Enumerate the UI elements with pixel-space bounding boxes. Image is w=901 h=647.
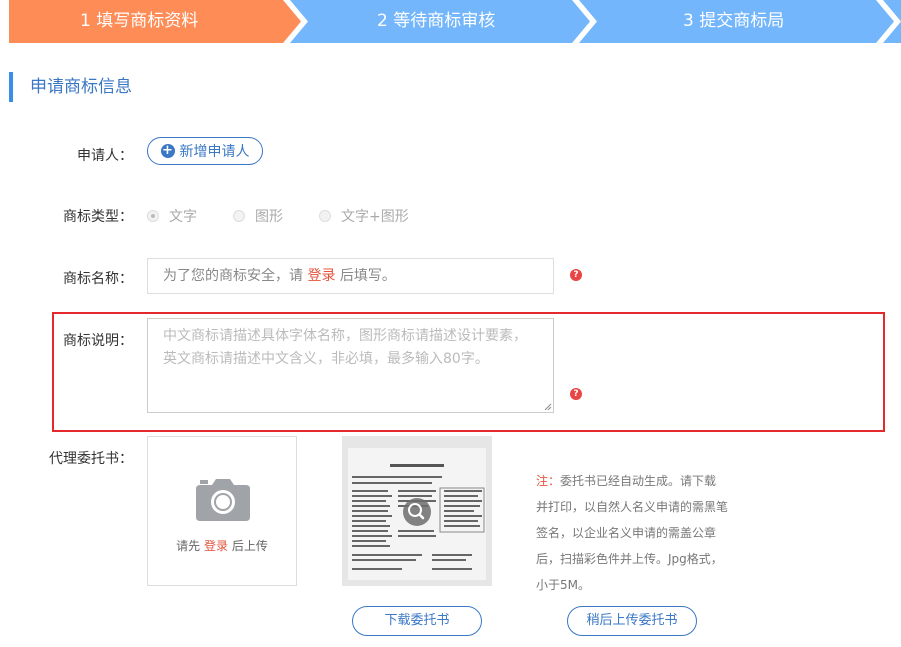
resize-grip-icon[interactable] — [544, 403, 552, 411]
step-1-label: 1 填写商标资料 — [80, 11, 199, 31]
upload-area[interactable]: 请先 登录 后上传 — [147, 436, 297, 586]
trademark-name-input[interactable]: 为了您的商标安全，请 登录 后填写。 — [147, 258, 554, 294]
download-attorney-button[interactable]: 下载委托书 — [352, 606, 482, 636]
desc-placeholder-line1: 中文商标请描述具体字体名称，图形商标请描述设计要素， — [163, 328, 527, 344]
radio-option-text-graphic-label: 文字+图形 — [341, 209, 409, 225]
trademark-name-label: 商标名称： — [63, 271, 133, 287]
upload-hint-after: 后上传 — [228, 539, 268, 553]
plus-circle-icon: + — [160, 143, 175, 158]
step-2-label: 2 等待商标审核 — [377, 11, 496, 31]
name-placeholder-before: 为了您的商标安全，请 — [163, 268, 308, 284]
radio-checked-icon — [147, 210, 159, 222]
trademark-type-label: 商标类型： — [63, 209, 133, 225]
note-prefix: 注： — [536, 474, 561, 488]
document-thumbnail — [342, 436, 492, 586]
upload-hint-before: 请先 — [176, 539, 204, 553]
trademark-desc-label: 商标说明： — [63, 333, 133, 349]
step-3-label: 3 提交商标局 — [683, 11, 785, 31]
upload-login-link[interactable]: 登录 — [204, 539, 228, 553]
radio-option-text[interactable]: 文字 — [147, 206, 197, 226]
radio-option-text-graphic[interactable]: 文字+图形 — [319, 206, 409, 226]
upload-later-button[interactable]: 稍后上传委托书 — [567, 606, 697, 636]
section-title: 申请商标信息 — [30, 77, 132, 97]
attorney-document-preview[interactable] — [342, 436, 492, 586]
radio-unchecked-icon — [233, 210, 245, 222]
radio-option-graphic[interactable]: 图形 — [233, 206, 283, 226]
add-applicant-button[interactable]: + 新增申请人 — [147, 137, 263, 165]
question-icon[interactable]: ? — [570, 269, 582, 281]
camera-icon — [196, 479, 250, 521]
upload-hint: 请先 登录 后上传 — [148, 537, 296, 554]
radio-option-text-label: 文字 — [169, 209, 197, 225]
power-of-attorney-label: 代理委托书： — [49, 451, 133, 467]
radio-option-graphic-label: 图形 — [255, 209, 283, 225]
zoom-icon-bg — [403, 498, 431, 526]
progress-steps: 1 填写商标资料 2 等待商标审核 3 提交商标局 — [0, 0, 901, 43]
attorney-note: 注：委托书已经自动生成。请下载并打印，以自然人名义申请的需黑笔签名，以企业名义申… — [536, 468, 728, 598]
login-link[interactable]: 登录 — [307, 268, 335, 284]
radio-unchecked-icon — [319, 210, 331, 222]
add-applicant-label: 新增申请人 — [179, 144, 250, 160]
section-accent-bar — [9, 72, 13, 102]
question-icon[interactable]: ? — [570, 388, 582, 400]
applicant-label: 申请人： — [77, 148, 133, 164]
name-placeholder-after: 后填写。 — [335, 268, 396, 284]
note-text: 委托书已经自动生成。请下载并打印，以自然人名义申请的需黑笔签名，以企业名义申请的… — [536, 474, 729, 592]
desc-placeholder-line2: 英文商标请描述中文含义，非必填，最多输入80字。 — [163, 351, 489, 367]
trademark-desc-textarea[interactable]: 中文商标请描述具体字体名称，图形商标请描述设计要素， 英文商标请描述中文含义，非… — [147, 318, 554, 413]
